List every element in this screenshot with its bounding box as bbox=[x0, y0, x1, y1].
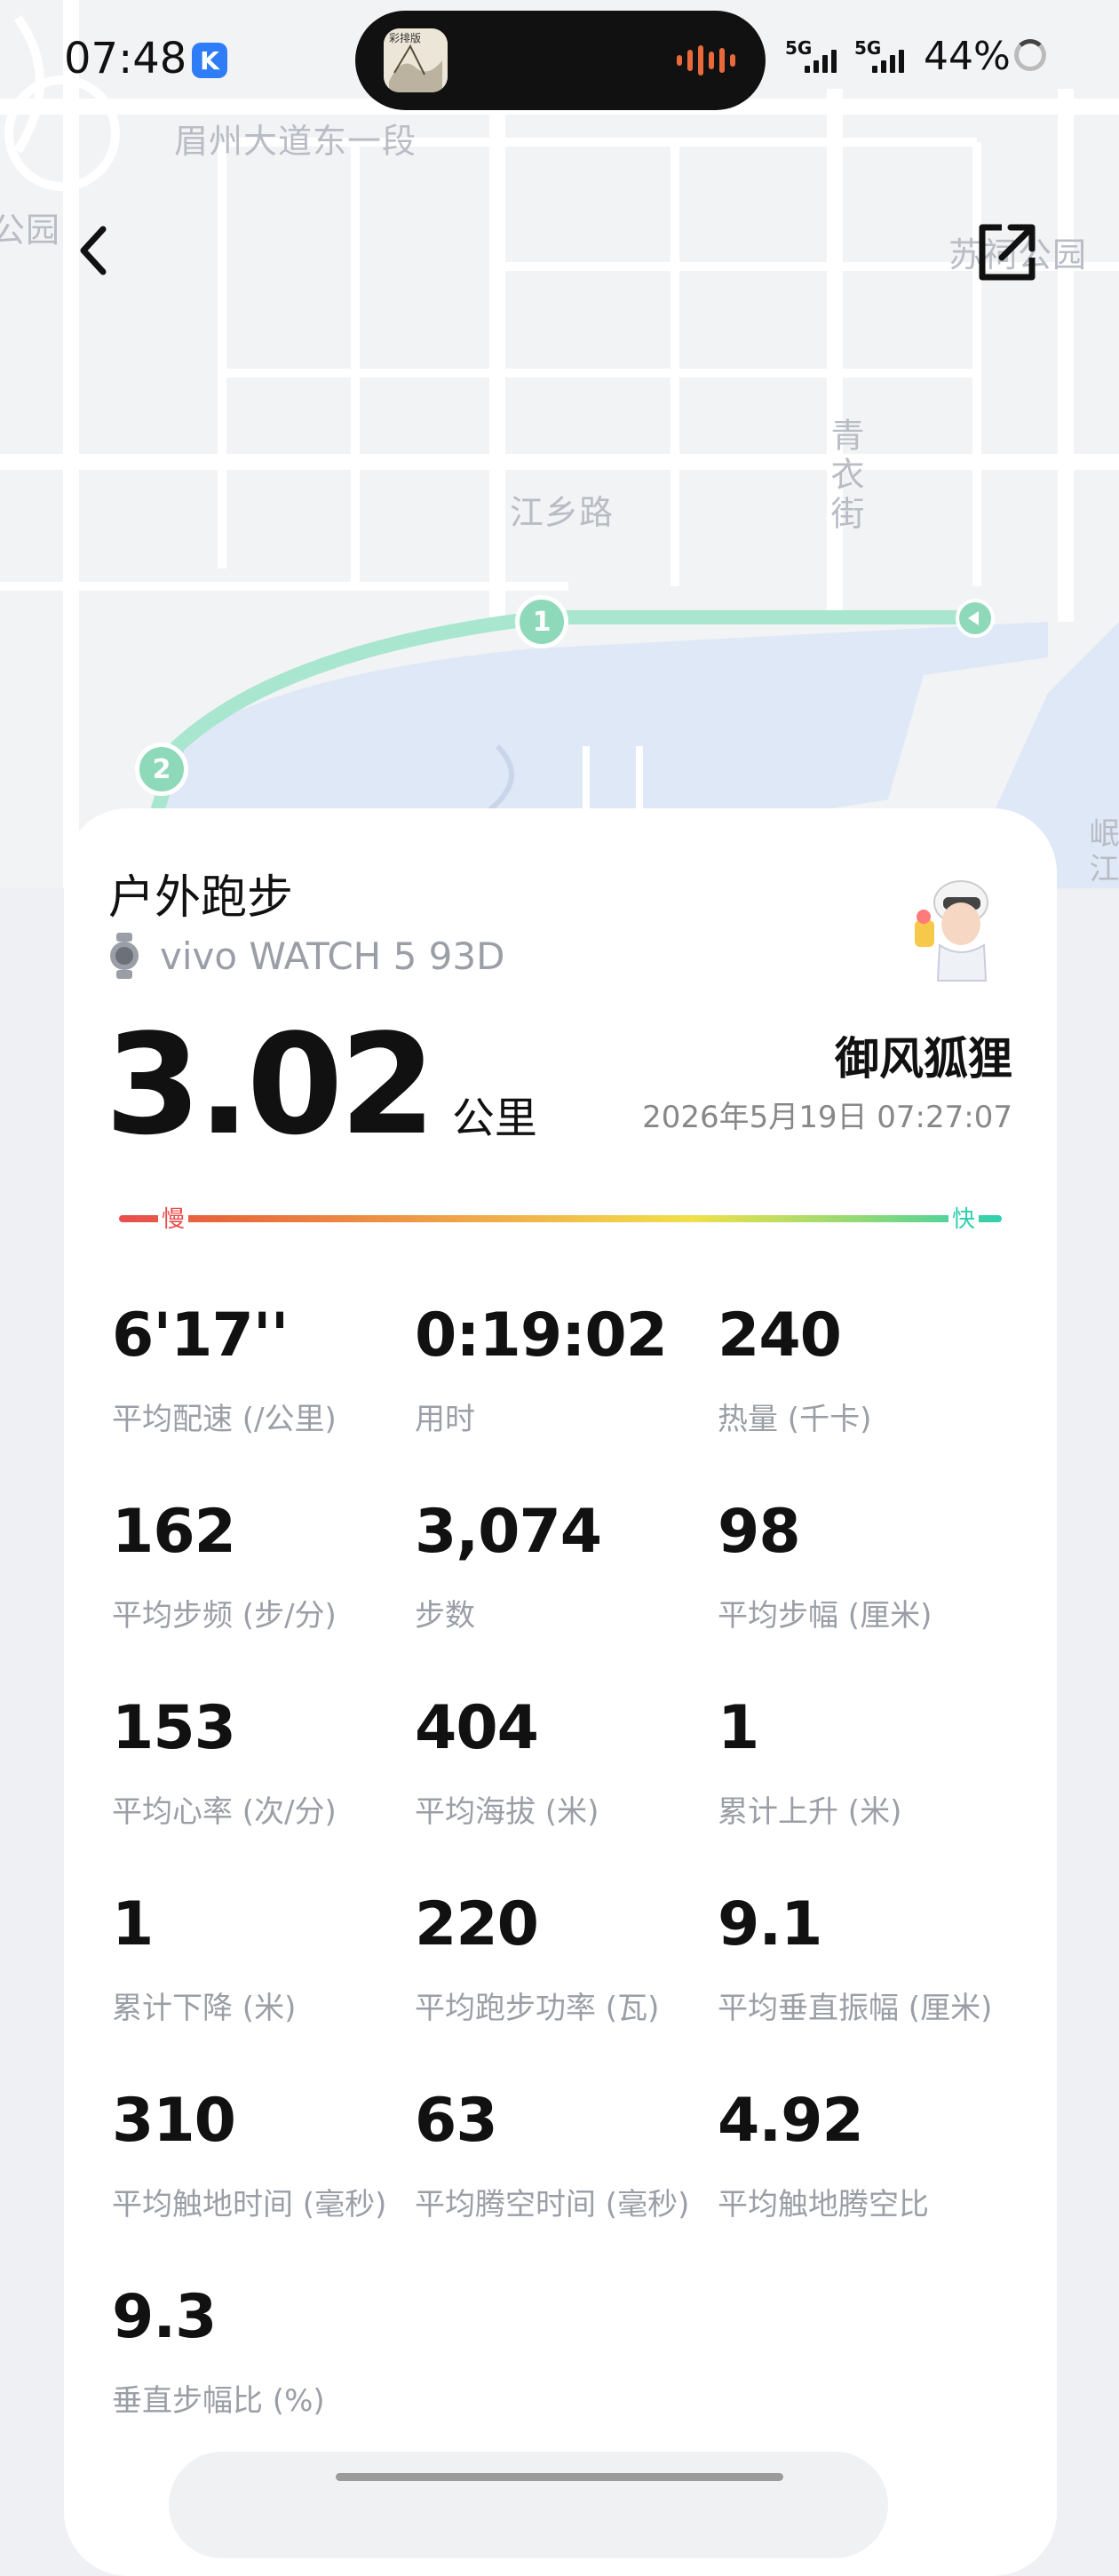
next-card-peek bbox=[169, 2452, 888, 2558]
map-label-park-left: 公园 bbox=[0, 211, 61, 250]
stat-value: 9.3 bbox=[112, 2282, 217, 2352]
distance-block: 3.02 公里 bbox=[105, 1004, 537, 1165]
battery-ring-icon bbox=[1014, 39, 1046, 71]
stat-steps: 3,074 步数 bbox=[415, 1502, 718, 1634]
stat-value: 98 bbox=[718, 1497, 801, 1567]
dynamic-island[interactable]: 彩排版 bbox=[355, 11, 766, 110]
stat-flight-time: 63 平均腾空时间 (毫秒) bbox=[415, 2091, 718, 2223]
stat-label: 平均垂直振幅 (厘米) bbox=[718, 1991, 993, 2026]
stat-label: 平均心率 (次/分) bbox=[112, 1794, 337, 1830]
stat-value: 1 bbox=[718, 1693, 759, 1763]
stat-label: 累计下降 (米) bbox=[112, 1991, 297, 2026]
stat-label: 用时 bbox=[415, 1402, 475, 1437]
stat-label: 累计上升 (米) bbox=[718, 1794, 902, 1830]
stat-value: 1 bbox=[112, 1889, 154, 1960]
signal-2-icon bbox=[872, 50, 904, 73]
stat-calories: 240 热量 (千卡) bbox=[718, 1306, 1018, 1438]
stat-label: 热量 (千卡) bbox=[718, 1402, 872, 1437]
device-name: vivo WATCH 5 93D bbox=[160, 934, 505, 978]
stat-value: 162 bbox=[112, 1497, 236, 1567]
stat-value: 6'17'' bbox=[112, 1300, 289, 1371]
device-row: vivo WATCH 5 93D bbox=[108, 933, 504, 979]
map-label-river: 岷江 bbox=[1083, 817, 1119, 888]
activity-summary-card: 户外跑步 vivo WATCH 5 93D 3.02 公里 御风狐狸 2026年… bbox=[64, 808, 1057, 2576]
stat-vertical-oscillation: 9.1 平均垂直振幅 (厘米) bbox=[718, 1895, 1018, 2027]
activity-title: 户外跑步 bbox=[108, 871, 294, 925]
stat-contact-flight-ratio: 4.92 平均触地腾空比 bbox=[718, 2091, 1018, 2223]
pace-fast-label: 快 bbox=[948, 1201, 979, 1234]
watch-icon bbox=[108, 933, 140, 979]
stat-label: 平均配速 (/公里) bbox=[112, 1402, 337, 1437]
map-label-street: 青衣街 bbox=[825, 417, 864, 535]
share-external-icon bbox=[979, 224, 1036, 281]
stat-value: 153 bbox=[112, 1693, 236, 1763]
stat-label: 步数 bbox=[415, 1598, 475, 1634]
stat-cadence: 162 平均步频 (步/分) bbox=[112, 1502, 415, 1634]
pace-gradient-line bbox=[119, 1215, 1002, 1222]
distance-unit: 公里 bbox=[451, 1093, 537, 1143]
cover-text: 彩排版 bbox=[389, 32, 422, 44]
route-start-marker[interactable] bbox=[956, 599, 995, 638]
pace-gradient-bar: 慢 快 bbox=[119, 1201, 1002, 1234]
stat-label: 平均腾空时间 (毫秒) bbox=[415, 2187, 690, 2222]
stat-altitude: 404 平均海拔 (米) bbox=[415, 1698, 718, 1831]
stat-power: 220 平均跑步功率 (瓦) bbox=[415, 1895, 718, 2027]
stat-label: 平均跑步功率 (瓦) bbox=[415, 1991, 660, 2026]
stat-value: 220 bbox=[415, 1889, 539, 1960]
audio-wave-icon bbox=[677, 44, 735, 76]
username: 御风狐狸 bbox=[835, 1033, 1012, 1085]
stat-value: 3,074 bbox=[415, 1497, 602, 1567]
map-label-road-mid: 江乡路 bbox=[510, 493, 615, 532]
stat-value: 4.92 bbox=[718, 2086, 864, 2156]
activity-datetime: 2026年5月19日 07:27:07 bbox=[642, 1100, 1012, 1135]
stat-label: 垂直步幅比 (%) bbox=[112, 2383, 325, 2419]
status-time: 07:48 bbox=[64, 34, 187, 83]
home-indicator[interactable] bbox=[336, 2473, 783, 2481]
stat-ground-contact: 310 平均触地时间 (毫秒) bbox=[112, 2091, 415, 2223]
stat-stride: 98 平均步幅 (厘米) bbox=[718, 1502, 1018, 1634]
k-app-icon: K bbox=[192, 43, 227, 78]
share-button[interactable] bbox=[975, 220, 1039, 284]
stat-label: 平均海拔 (米) bbox=[415, 1794, 599, 1830]
stat-value: 63 bbox=[415, 2086, 498, 2156]
stat-value: 310 bbox=[112, 2086, 236, 2156]
stat-label: 平均触地时间 (毫秒) bbox=[112, 2187, 387, 2222]
stats-grid: 6'17'' 平均配速 (/公里) 0:19:02 用时 240 热量 (千卡) 16… bbox=[112, 1306, 1018, 2420]
stat-avg-pace: 6'17'' 平均配速 (/公里) bbox=[112, 1306, 415, 1438]
signal-1-icon bbox=[805, 50, 837, 73]
stat-label: 平均触地腾空比 bbox=[718, 2187, 929, 2222]
chevron-left-icon bbox=[80, 226, 107, 275]
stat-value: 0:19:02 bbox=[415, 1300, 668, 1371]
route-marker-1[interactable]: 1 bbox=[515, 595, 568, 648]
stat-label: 平均步频 (步/分) bbox=[112, 1598, 337, 1634]
stat-descent: 1 累计下降 (米) bbox=[112, 1895, 415, 2027]
stat-value: 9.1 bbox=[718, 1889, 822, 1960]
distance-value: 3.02 bbox=[105, 1004, 436, 1165]
back-button[interactable] bbox=[71, 222, 121, 279]
stat-ascent: 1 累计上升 (米) bbox=[718, 1698, 1018, 1831]
battery-level: 44% bbox=[924, 34, 1011, 79]
pace-slow-label: 慢 bbox=[158, 1201, 189, 1234]
stat-value: 240 bbox=[718, 1300, 842, 1371]
map-label-road-top: 眉州大道东一段 bbox=[174, 122, 417, 161]
music-cover-icon: 彩排版 bbox=[384, 28, 448, 92]
route-marker-2[interactable]: 2 bbox=[135, 743, 188, 796]
stat-duration: 0:19:02 用时 bbox=[415, 1306, 718, 1438]
stat-value: 404 bbox=[415, 1693, 539, 1763]
route-map[interactable]: 眉州大道东一段 公园 苏祠公园 江乡路 青衣街 岷江 1 2 bbox=[0, 0, 1119, 888]
user-avatar[interactable] bbox=[904, 871, 1011, 986]
stat-vertical-ratio: 9.3 垂直步幅比 (%) bbox=[112, 2287, 415, 2420]
stat-label: 平均步幅 (厘米) bbox=[718, 1598, 932, 1634]
stat-heart-rate: 153 平均心率 (次/分) bbox=[112, 1698, 415, 1831]
